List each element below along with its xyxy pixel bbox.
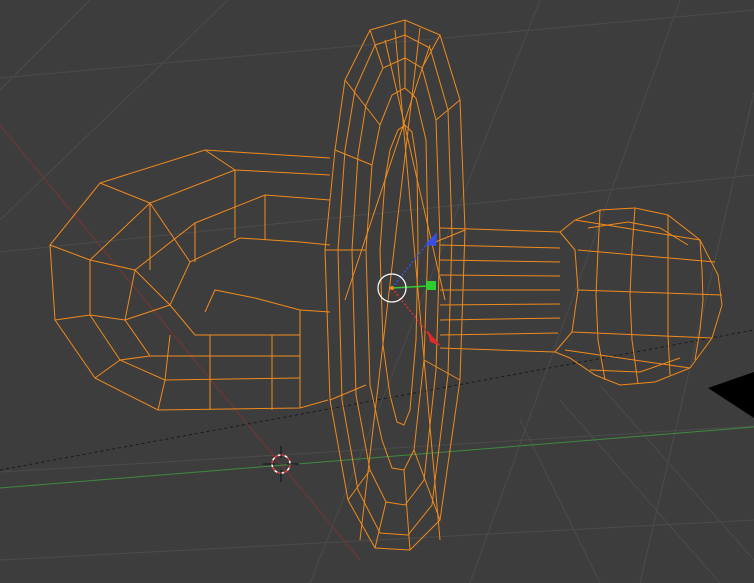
x-axis-line [0,124,361,561]
gizmo-z-line [391,239,431,289]
ring-handle-wireframe [49,149,331,411]
gizmo-y-arrow-icon[interactable] [426,281,436,290]
nipple-wireframe [439,207,723,386]
viewport-canvas[interactable] [0,0,754,583]
gizmo-x-line [391,287,431,337]
object-origin-dot [390,286,394,290]
transform-gizmo[interactable] [377,232,441,346]
gizmo-x-arrow-icon[interactable] [427,330,441,346]
shadow-shape [708,372,754,418]
gizmo-z-arrow-icon[interactable] [425,232,437,246]
y-axis-line [0,426,754,489]
gizmo-y-line [391,285,429,289]
3d-viewport[interactable] [0,0,754,583]
grid-floor [0,0,754,583]
